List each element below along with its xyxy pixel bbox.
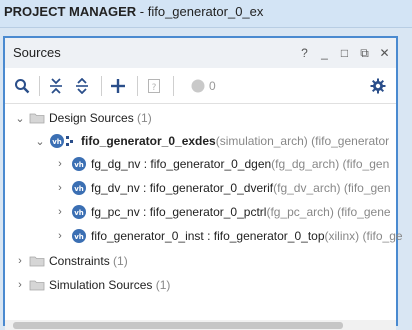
svg-text:vh: vh bbox=[74, 209, 84, 217]
vhdl-icon: vh bbox=[71, 156, 87, 172]
tree-node-child[interactable]: › vh fg_dv_nv : fifo_generator_0_dverif(… bbox=[5, 177, 396, 199]
vhdl-icon: vh bbox=[71, 204, 87, 220]
toolbar-separator bbox=[173, 76, 174, 96]
tree-node-label: Constraints (1) bbox=[49, 254, 128, 268]
tree-node-top-module[interactable]: ⌄ vh fifo_generator_0_exdes(simulation_a… bbox=[5, 130, 396, 152]
vhdl-icon: vh bbox=[71, 228, 87, 244]
tree-node-simulation-sources[interactable]: › Simulation Sources (1) bbox=[5, 274, 396, 296]
svg-text:?: ? bbox=[152, 83, 157, 93]
project-name: - fifo_generator_0_ex bbox=[136, 4, 264, 19]
tree-node-child[interactable]: › vh fifo_generator_0_inst : fifo_genera… bbox=[5, 225, 403, 247]
toolbar-separator bbox=[101, 76, 102, 96]
plus-icon[interactable] bbox=[109, 77, 127, 95]
minimize-icon[interactable]: _ bbox=[319, 46, 330, 60]
tree-node-label: fifo_generator_0_inst : fifo_generator_0… bbox=[91, 229, 403, 243]
float-icon[interactable]: ⧉ bbox=[359, 46, 370, 60]
tree-node-label: fifo_generator_0_exdes(simulation_arch) … bbox=[81, 134, 390, 148]
vhdl-icon: vh bbox=[71, 180, 87, 196]
status-count: 0 bbox=[209, 79, 216, 93]
sources-toolbar: ? 0 bbox=[5, 69, 396, 104]
tree-node-child[interactable]: › vh fg_dg_nv : fifo_generator_0_dgen(fg… bbox=[5, 153, 396, 175]
project-manager-title-bar: PROJECT MANAGER - fifo_generator_0_ex bbox=[0, 0, 412, 28]
tree-node-label: Design Sources (1) bbox=[49, 111, 152, 125]
scrollbar-thumb[interactable] bbox=[13, 322, 343, 329]
folder-icon bbox=[29, 277, 45, 293]
tree-node-label: Simulation Sources (1) bbox=[49, 278, 171, 292]
toolbar-separator bbox=[137, 76, 138, 96]
folder-icon bbox=[29, 253, 45, 269]
status-dot-icon bbox=[189, 77, 207, 95]
horizontal-scrollbar[interactable] bbox=[5, 320, 396, 330]
tree-node-child[interactable]: › vh fg_pc_nv : fifo_generator_0_pctrl(f… bbox=[5, 201, 396, 223]
chevron-down-icon[interactable]: ⌄ bbox=[15, 111, 25, 125]
tree-node-design-sources[interactable]: ⌄ Design Sources (1) bbox=[5, 107, 396, 129]
chevron-right-icon[interactable]: › bbox=[55, 157, 65, 171]
chevron-right-icon[interactable]: › bbox=[15, 254, 25, 268]
maximize-icon[interactable]: □ bbox=[339, 46, 350, 60]
toolbar-separator bbox=[39, 76, 40, 96]
svg-text:vh: vh bbox=[74, 161, 84, 169]
chevron-right-icon[interactable]: › bbox=[15, 278, 25, 292]
chevron-right-icon[interactable]: › bbox=[55, 229, 65, 243]
chevron-right-icon[interactable]: › bbox=[55, 181, 65, 195]
tree-node-label: fg_dv_nv : fifo_generator_0_dverif(fg_dv… bbox=[91, 181, 391, 195]
expand-all-icon[interactable] bbox=[73, 77, 91, 95]
vhdl-top-icon: vh bbox=[49, 133, 75, 149]
tree-node-label: fg_pc_nv : fifo_generator_0_pctrl(fg_pc_… bbox=[91, 205, 391, 219]
tree-node-label: fg_dg_nv : fifo_generator_0_dgen(fg_dg_a… bbox=[91, 157, 390, 171]
gear-icon[interactable] bbox=[369, 77, 387, 95]
panel-title: Sources bbox=[13, 45, 61, 60]
svg-text:vh: vh bbox=[74, 233, 84, 241]
panel-header: Sources ? _ □ ⧉ ✕ bbox=[5, 38, 396, 68]
collapse-all-icon[interactable] bbox=[47, 77, 65, 95]
window-controls: ? _ □ ⧉ ✕ bbox=[299, 44, 390, 62]
search-icon[interactable] bbox=[13, 77, 31, 95]
help-icon[interactable]: ? bbox=[299, 46, 310, 60]
folder-icon bbox=[29, 110, 45, 126]
svg-text:vh: vh bbox=[74, 185, 84, 193]
chevron-right-icon[interactable]: › bbox=[55, 205, 65, 219]
chevron-down-icon[interactable]: ⌄ bbox=[35, 134, 45, 148]
close-icon[interactable]: ✕ bbox=[379, 46, 390, 60]
section-title: PROJECT MANAGER bbox=[4, 4, 137, 19]
question-doc-icon[interactable]: ? bbox=[145, 77, 163, 95]
sources-panel: Sources ? _ □ ⧉ ✕ ? 0 ⌄ Design Sources (… bbox=[3, 36, 403, 330]
tree-node-constraints[interactable]: › Constraints (1) bbox=[5, 250, 396, 272]
svg-text:vh: vh bbox=[52, 138, 62, 146]
